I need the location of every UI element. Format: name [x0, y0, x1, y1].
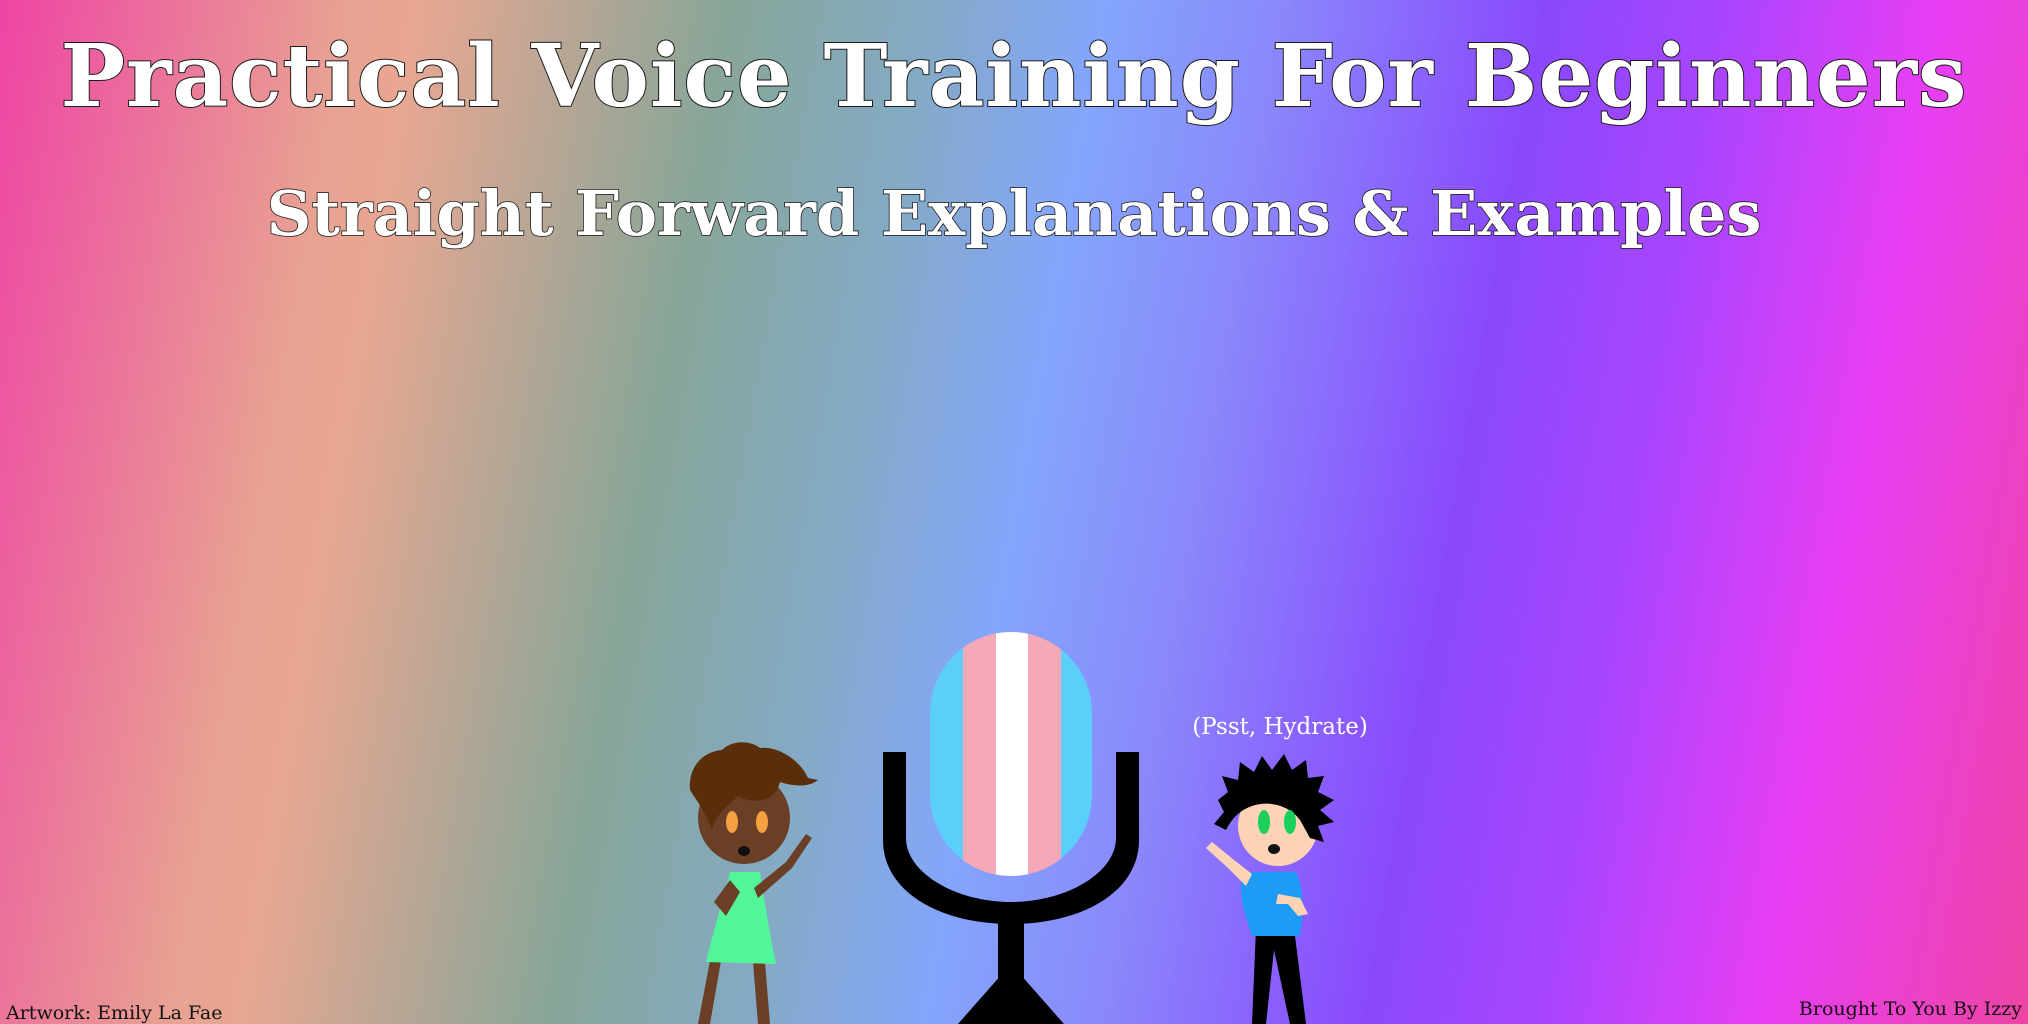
right-character-eye	[1258, 810, 1270, 834]
right-character-pants	[1252, 928, 1306, 1024]
illustration	[689, 632, 1334, 1024]
right-character-eye	[1284, 810, 1296, 834]
speech-text: (Psst, Hydrate)	[1192, 714, 1368, 740]
left-character-eye	[726, 811, 738, 833]
artwork-credit: Artwork: Emily La Fae	[6, 1002, 223, 1024]
banner: Practical Voice Training For Beginners S…	[0, 0, 2028, 1024]
microphone	[883, 632, 1139, 1024]
left-character	[689, 742, 818, 1024]
author-credit: Brought To You By Izzy	[1798, 998, 2022, 1020]
flag-stripe	[1061, 632, 1092, 876]
microphone-head	[930, 632, 1092, 876]
right-character	[1206, 754, 1334, 1024]
flag-stripe	[963, 632, 996, 876]
flag-stripe	[930, 632, 963, 876]
left-character-eye	[756, 811, 768, 833]
flag-stripe	[996, 632, 1028, 876]
flag-stripe	[1028, 632, 1061, 876]
